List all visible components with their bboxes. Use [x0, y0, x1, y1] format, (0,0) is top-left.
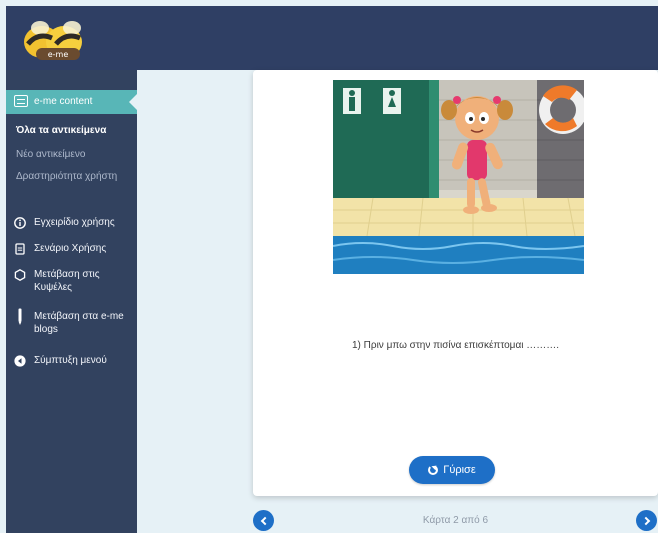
sidebar: e-me content Όλα τα αντικείμενα Νέο αντι…: [6, 70, 137, 533]
flip-card-label: Γύρισε: [443, 464, 476, 476]
sidebar-subitem-user-activity[interactable]: Δραστηριότητα χρήστη: [16, 170, 126, 183]
sidebar-item-go-to-hives[interactable]: Μετάβαση στις Κυψέλες: [14, 268, 134, 293]
logo-text: e-me: [48, 50, 69, 59]
sidebar-subitem-new-item[interactable]: Νέο αντικείμενο: [16, 148, 126, 161]
sidebar-item-collapse-menu[interactable]: Σύμπτυξη μενού: [14, 354, 134, 370]
sidebar-item-label: Μετάβαση στα e-me blogs: [34, 311, 124, 335]
flashcard: 1) Πριν μπω στην πισίνα επισκέπτομαι …………: [253, 70, 658, 496]
main-content: 1) Πριν μπω στην πισίνα επισκέπτομαι …………: [137, 70, 658, 533]
sidebar-section-e-me-content[interactable]: e-me content: [6, 90, 137, 114]
card-pager: Κάρτα 2 από 6: [253, 508, 658, 532]
content-list-icon: [14, 95, 28, 107]
card-question: 1) Πριν μπω στην πισίνα επισκέπτομαι …………: [351, 340, 560, 351]
sidebar-subitem-label: Νέο αντικείμενο: [16, 149, 86, 160]
active-caret-icon: [129, 94, 137, 110]
sidebar-item-go-to-blogs[interactable]: Μετάβαση στα e-me blogs: [14, 308, 134, 335]
hexagon-icon: [14, 269, 26, 281]
sidebar-subitem-label: Δραστηριότητα χρήστη: [16, 171, 118, 182]
top-bar: e-me: [6, 6, 658, 70]
sidebar-section-label: e-me content: [34, 96, 93, 107]
sidebar-item-label: Εγχειρίδιο χρήσης: [34, 217, 115, 228]
refresh-icon: [428, 465, 439, 475]
sidebar-item-label: Μετάβαση στις Κυψέλες: [34, 269, 100, 293]
sidebar-item-usage-scenario[interactable]: Σενάριο Χρήσης: [14, 242, 134, 258]
sidebar-subitem-label: Όλα τα αντικείμενα: [16, 125, 107, 136]
pen-icon: [14, 308, 26, 325]
page-indicator: Κάρτα 2 από 6: [422, 515, 489, 526]
document-icon: [14, 243, 26, 255]
card-illustration: [333, 80, 584, 274]
app-root: e-me e-me content Όλα τα αντικείμενα Νέο…: [0, 0, 658, 533]
next-card-button[interactable]: [636, 510, 657, 531]
sidebar-item-label: Σενάριο Χρήσης: [34, 243, 107, 254]
collapse-icon: [14, 355, 26, 367]
info-icon: [14, 217, 26, 229]
sidebar-item-label: Σύμπτυξη μενού: [34, 355, 107, 366]
e-me-logo[interactable]: e-me: [18, 14, 96, 66]
flip-card-button[interactable]: Γύρισε: [409, 456, 495, 484]
sidebar-subitem-all-items[interactable]: Όλα τα αντικείμενα: [16, 124, 126, 137]
chevron-right-icon: [641, 516, 650, 525]
sidebar-item-user-manual[interactable]: Εγχειρίδιο χρήσης: [14, 216, 134, 232]
